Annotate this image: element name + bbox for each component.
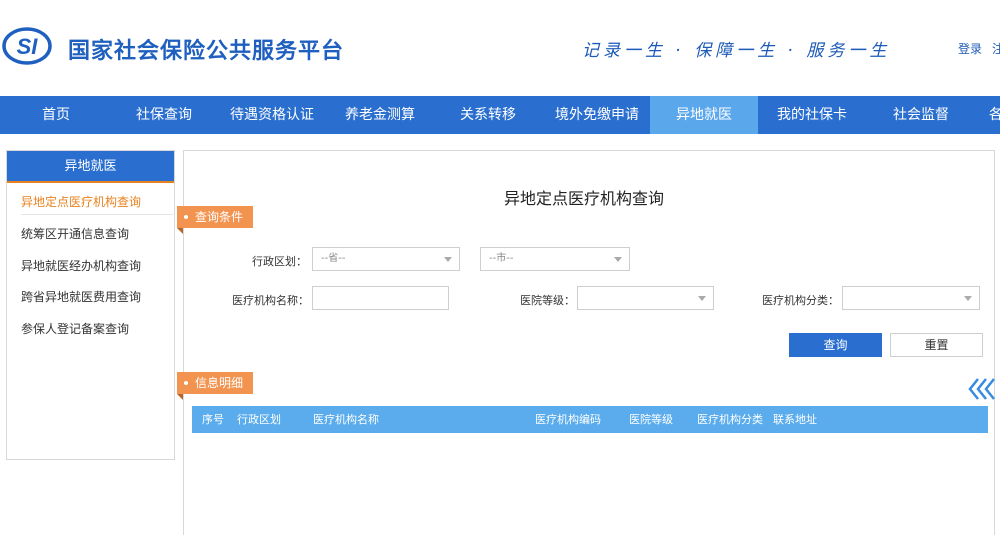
register-link[interactable]: 注 <box>992 40 1000 57</box>
column-header-name: 医疗机构名称 <box>313 413 379 426</box>
nav-item-supervision[interactable]: 社会监督 <box>866 96 976 134</box>
nav-item-more[interactable]: 各 <box>976 96 1000 134</box>
main-panel: 异地定点医疗机构查询 查询条件 行政区划： --省-- --市-- 医疗机构名称… <box>177 150 998 535</box>
nav-item-overseas-exemption[interactable]: 境外免缴申请 <box>544 96 650 134</box>
social-insurance-logo[interactable]: SI <box>2 26 52 66</box>
institution-name-label: 医疗机构名称： <box>232 294 309 307</box>
sidebar-item-agencies[interactable]: 异地就医经办机构查询 <box>21 257 141 274</box>
sidebar-item-region-info[interactable]: 统筹区开通信息查询 <box>21 225 129 242</box>
sidebar-item-cost-query[interactable]: 跨省异地就医费用查询 <box>21 288 141 305</box>
region-label: 行政区划： <box>252 255 307 268</box>
sidebar-item-designated-institutions[interactable]: 异地定点医疗机构查询 <box>21 193 141 210</box>
hospital-level-select[interactable] <box>577 286 714 310</box>
chevron-down-icon <box>964 296 972 301</box>
institution-category-label: 医疗机构分类： <box>762 294 839 307</box>
sidebar: 异地就医 异地定点医疗机构查询 统筹区开通信息查询 异地就医经办机构查询 跨省异… <box>6 150 175 460</box>
institution-category-select[interactable] <box>842 286 980 310</box>
chevron-down-icon <box>444 257 452 262</box>
results-table-header: 序号 行政区划 医疗机构名称 医疗机构编码 医院等级 医疗机构分类 联系地址 <box>192 406 988 433</box>
column-header-address: 联系地址 <box>773 413 817 426</box>
nav-item-my-card[interactable]: 我的社保卡 <box>758 96 866 134</box>
column-header-category: 医疗机构分类 <box>697 413 763 426</box>
column-header-level: 医院等级 <box>629 413 673 426</box>
nav-item-transfer[interactable]: 关系转移 <box>432 96 544 134</box>
nav-item-qualification[interactable]: 待遇资格认证 <box>216 96 328 134</box>
nav-item-pension-calc[interactable]: 养老金测算 <box>328 96 432 134</box>
detail-section-tag: 信息明细 <box>177 372 254 400</box>
sidebar-heading: 异地就医 <box>7 151 174 183</box>
logo-text: SI <box>17 34 39 59</box>
hospital-level-label: 医院等级： <box>520 294 575 307</box>
site-title[interactable]: 国家社会保险公共服务平台 <box>68 33 344 65</box>
query-section-tag: 查询条件 <box>177 206 254 234</box>
login-link[interactable]: 登录 <box>958 40 982 57</box>
sidebar-item-registration[interactable]: 参保人登记备案查询 <box>21 320 129 337</box>
column-header-index: 序号 <box>202 413 224 426</box>
main-nav: 首页 社保查询 待遇资格认证 养老金测算 关系转移 境外免缴申请 异地就医 我的… <box>0 96 1000 134</box>
site-header: SI 国家社会保险公共服务平台 记录一生 · 保障一生 · 服务一生 登录 注 <box>0 0 1000 96</box>
query-button[interactable]: 查询 <box>789 333 882 357</box>
chevron-down-icon <box>698 296 706 301</box>
city-select[interactable]: --市-- <box>480 247 630 271</box>
institution-name-input[interactable] <box>312 286 449 310</box>
column-header-code: 医疗机构编码 <box>535 413 601 426</box>
chevron-down-icon <box>614 257 622 262</box>
column-header-region: 行政区划 <box>237 413 281 426</box>
city-select-value: --市-- <box>489 253 514 264</box>
nav-item-insurance-query[interactable]: 社保查询 <box>112 96 216 134</box>
province-select-value: --省-- <box>321 253 346 264</box>
slogan: 记录一生 · 保障一生 · 服务一生 <box>582 41 891 61</box>
page-title: 异地定点医疗机构查询 <box>504 189 665 208</box>
sidebar-divider <box>21 214 173 215</box>
collapse-arrows-icon[interactable] <box>968 377 998 401</box>
reset-button[interactable]: 重置 <box>890 333 983 357</box>
nav-item-home[interactable]: 首页 <box>0 96 112 134</box>
province-select[interactable]: --省-- <box>312 247 460 271</box>
nav-item-remote-medical[interactable]: 异地就医 <box>650 96 758 134</box>
